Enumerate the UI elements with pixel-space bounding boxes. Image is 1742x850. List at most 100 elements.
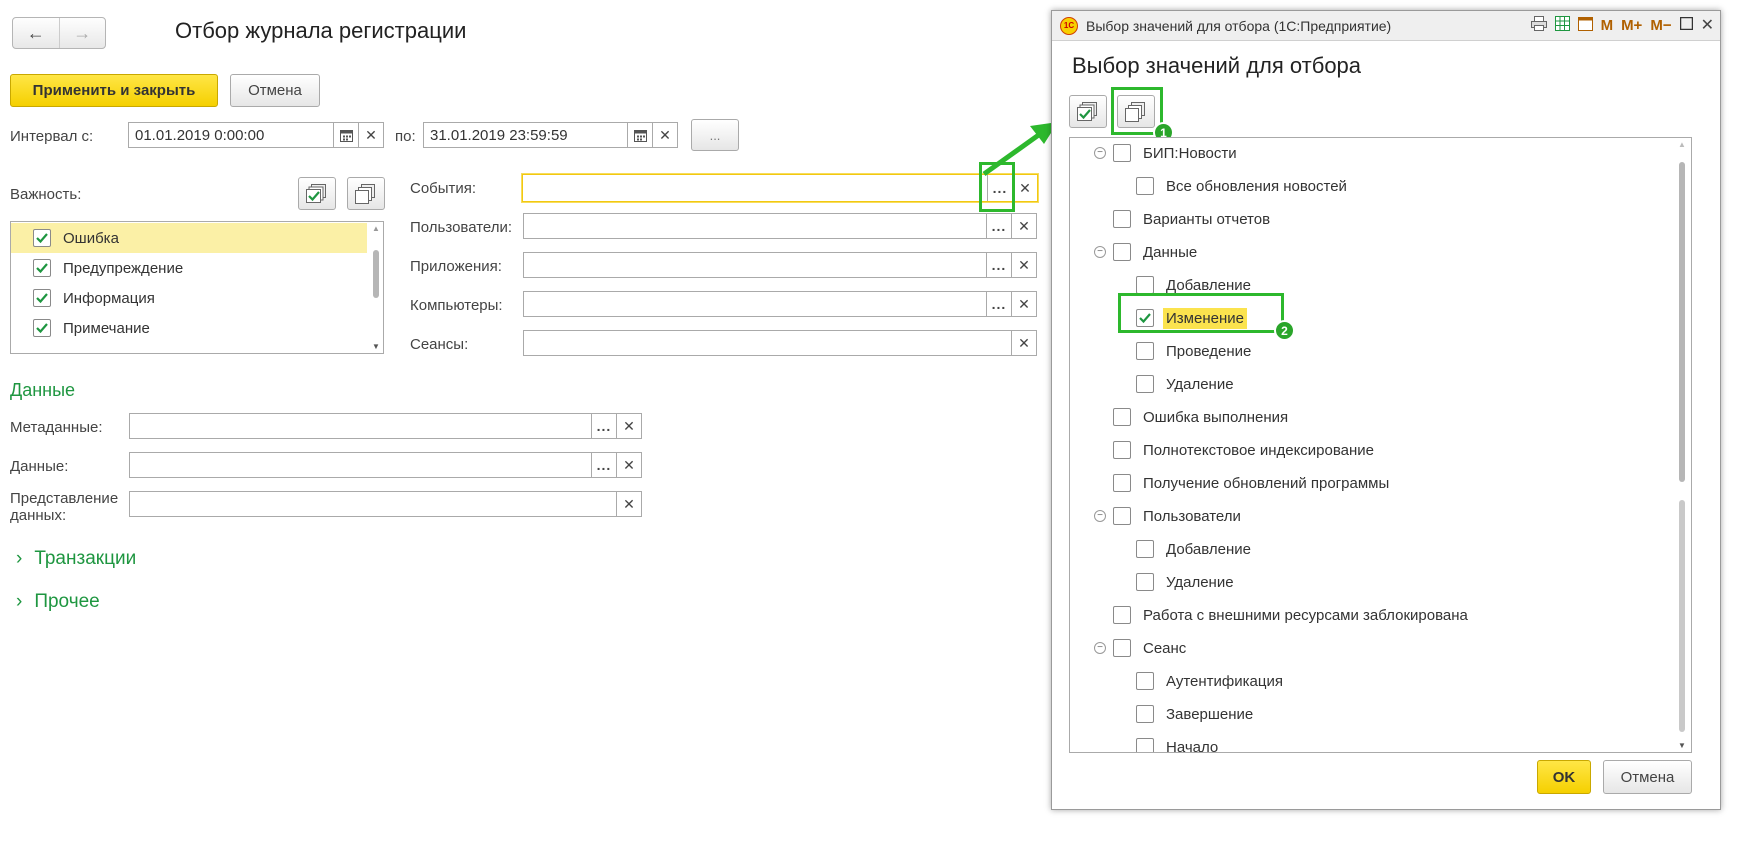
clear-icon[interactable]: ✕ (1011, 214, 1036, 238)
checkbox[interactable] (1136, 276, 1154, 294)
checkbox[interactable] (1136, 540, 1154, 558)
computers-value[interactable] (524, 292, 986, 316)
other-expander[interactable]: › Прочее (16, 591, 100, 613)
scroll-thumb[interactable] (373, 250, 379, 298)
uncheck-all-button[interactable] (347, 177, 385, 210)
data-field[interactable]: ... ✕ (129, 452, 642, 478)
clear-icon[interactable]: ✕ (616, 414, 641, 438)
events-value[interactable] (523, 175, 987, 201)
memory-icon[interactable]: M (1601, 17, 1614, 34)
calendar-icon[interactable] (627, 123, 652, 147)
computers-field[interactable]: ... ✕ (523, 291, 1037, 317)
maximize-icon[interactable] (1679, 16, 1693, 34)
applications-value[interactable] (524, 253, 986, 277)
checkbox[interactable] (33, 229, 51, 247)
select-button[interactable]: ... (986, 214, 1011, 238)
cancel-button[interactable]: Отмена (230, 74, 320, 107)
tree-item[interactable]: − БИП:Новости (1070, 138, 1237, 168)
tree-item[interactable]: Проведение (1070, 336, 1251, 366)
tree-item[interactable]: − Данные (1070, 237, 1197, 267)
clear-icon[interactable]: ✕ (1011, 331, 1036, 355)
date-to-field[interactable]: 31.01.2019 23:59:59 ✕ (423, 122, 678, 148)
tree-item[interactable]: Завершение (1070, 699, 1253, 729)
clear-icon[interactable]: ✕ (652, 123, 677, 147)
calendar-icon[interactable] (333, 123, 358, 147)
scrollbar[interactable]: ▲ ▼ (1677, 140, 1687, 750)
memory-minus-icon[interactable]: M− (1650, 17, 1671, 34)
check-all-button[interactable] (1069, 95, 1107, 128)
scroll-thumb[interactable] (1679, 162, 1685, 482)
tree-item[interactable]: Получение обновлений программы (1070, 468, 1389, 498)
tree-item[interactable]: − Сеанс (1070, 633, 1186, 663)
spreadsheet-icon[interactable] (1554, 15, 1570, 35)
applications-field[interactable]: ... ✕ (523, 252, 1037, 278)
checkbox[interactable] (1136, 342, 1154, 360)
data-presentation-field[interactable]: ✕ (129, 491, 642, 517)
ok-button[interactable]: OK (1537, 760, 1591, 794)
collapse-icon[interactable]: − (1094, 246, 1106, 258)
tree-item[interactable]: Добавление (1070, 534, 1251, 564)
checkbox[interactable] (1113, 441, 1131, 459)
metadata-value[interactable] (130, 414, 591, 438)
clear-icon[interactable]: ✕ (1012, 175, 1037, 201)
tree-item[interactable]: Варианты отчетов (1070, 204, 1270, 234)
transactions-expander[interactable]: › Транзакции (16, 548, 136, 570)
clear-icon[interactable]: ✕ (616, 492, 641, 516)
scrollbar[interactable]: ▲ ▼ (371, 224, 381, 351)
scroll-down-icon[interactable]: ▼ (372, 342, 380, 351)
select-button[interactable]: ... (986, 253, 1011, 277)
tree-item[interactable]: Аутентификация (1070, 666, 1283, 696)
print-icon[interactable] (1530, 15, 1547, 35)
checkbox[interactable] (1113, 474, 1131, 492)
checkbox[interactable] (1136, 573, 1154, 591)
checkbox[interactable] (1113, 243, 1131, 261)
checkbox[interactable] (1136, 177, 1154, 195)
date-to-value[interactable]: 31.01.2019 23:59:59 (424, 123, 627, 147)
date-from-value[interactable]: 01.01.2019 0:00:00 (129, 123, 333, 147)
scroll-up-icon[interactable]: ▲ (1678, 140, 1686, 149)
tree-item[interactable]: Все обновления новостей (1070, 171, 1347, 201)
list-item[interactable]: Ошибка (11, 223, 367, 253)
checkbox[interactable] (1136, 705, 1154, 723)
sessions-field[interactable]: ✕ (523, 330, 1037, 356)
list-item[interactable]: Примечание (11, 313, 367, 343)
checkbox[interactable] (1136, 375, 1154, 393)
checkbox[interactable] (33, 319, 51, 337)
clear-icon[interactable]: ✕ (1011, 253, 1036, 277)
checkbox[interactable] (33, 289, 51, 307)
select-period-button[interactable]: ... (691, 119, 739, 151)
collapse-icon[interactable]: − (1094, 510, 1106, 522)
list-item[interactable]: Предупреждение (11, 253, 367, 283)
scroll-down-icon[interactable]: ▼ (1678, 741, 1686, 750)
date-from-field[interactable]: 01.01.2019 0:00:00 ✕ (128, 122, 384, 148)
clear-icon[interactable]: ✕ (616, 453, 641, 477)
collapse-icon[interactable]: − (1094, 147, 1106, 159)
checkbox[interactable] (1136, 672, 1154, 690)
back-arrow-icon[interactable]: ← (13, 18, 59, 48)
apply-and-close-button[interactable]: Применить и закрыть (10, 74, 218, 107)
tree-item[interactable]: Работа с внешними ресурсами заблокирован… (1070, 600, 1468, 630)
checkbox[interactable] (1113, 639, 1131, 657)
checkbox[interactable] (1113, 408, 1131, 426)
select-button[interactable]: ... (591, 414, 616, 438)
events-field[interactable]: ... ✕ (522, 174, 1038, 202)
checkbox[interactable] (33, 259, 51, 277)
tree-item[interactable]: Ошибка выполнения (1070, 402, 1288, 432)
users-field[interactable]: ... ✕ (523, 213, 1037, 239)
checkbox[interactable] (1113, 507, 1131, 525)
tree-item[interactable]: − Пользователи (1070, 501, 1241, 531)
scroll-up-icon[interactable]: ▲ (372, 224, 380, 233)
metadata-field[interactable]: ... ✕ (129, 413, 642, 439)
tree-item[interactable]: Удаление (1070, 369, 1234, 399)
checkbox[interactable] (1113, 144, 1131, 162)
data-value[interactable] (130, 453, 591, 477)
forward-arrow-icon[interactable]: → (58, 18, 106, 48)
users-value[interactable] (524, 214, 986, 238)
data-presentation-value[interactable] (130, 492, 616, 516)
select-button[interactable]: ... (591, 453, 616, 477)
checkbox[interactable] (1113, 606, 1131, 624)
tree-item[interactable]: Полнотекстовое индексирование (1070, 435, 1374, 465)
list-item[interactable]: Информация (11, 283, 367, 313)
clear-icon[interactable]: ✕ (358, 123, 383, 147)
tree-item[interactable]: Начало (1070, 732, 1218, 752)
